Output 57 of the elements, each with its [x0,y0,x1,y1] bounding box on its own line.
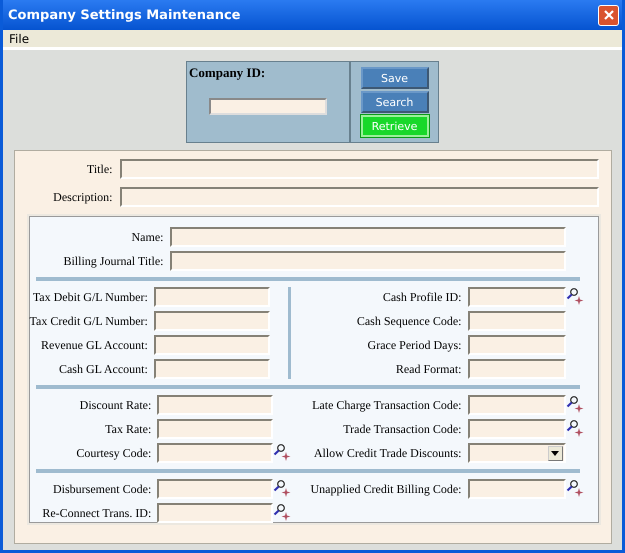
input-field[interactable] [120,159,598,179]
input-field[interactable] [468,287,566,307]
field-label: Revenue GL Account: [40,338,149,352]
lookup-icon[interactable] [566,395,584,413]
field-label: Tax Credit G/L Number: [30,314,149,328]
field-label: Allow Credit Trade Discounts: [312,446,462,460]
field-label: Title: [86,162,114,176]
input-field[interactable] [157,395,274,415]
input-field[interactable] [468,479,566,499]
input-field[interactable] [170,227,566,247]
input-field[interactable] [157,479,274,499]
field-label: Late Charge Transaction Code: [311,398,462,412]
field-label: Courtesy Code: [75,446,152,460]
close-button[interactable] [598,4,619,26]
input-field[interactable] [154,311,270,331]
input-field[interactable] [468,419,566,439]
dropdown-field[interactable] [468,443,566,463]
action-button[interactable]: Search [360,91,428,113]
input-field[interactable] [157,443,274,463]
input-field[interactable] [468,311,566,331]
field-label: Cash Profile ID: [382,290,462,304]
field-label: Billing Journal Title: [62,254,164,268]
window-title: Company Settings Maintenance [8,8,240,22]
close-icon[interactable] [602,9,614,21]
field-label: Name: [130,230,164,244]
field-label: Company ID: [189,65,266,81]
input-field[interactable] [468,359,566,379]
company-id-field[interactable] [209,98,327,115]
menu-item[interactable]: File [9,32,30,46]
field-label: Cash Sequence Code: [356,314,462,328]
input-field[interactable] [120,187,598,207]
field-label: Unapplied Credit Billing Code: [310,482,462,496]
lookup-icon[interactable] [566,287,584,305]
lookup-icon[interactable] [566,479,584,497]
input-field[interactable] [157,419,274,439]
field-label: Discount Rate: [78,398,152,412]
field-label: Re-Connect Trans. ID: [41,506,152,520]
field-label: Read Format: [394,362,462,376]
input-field[interactable] [154,287,270,307]
lookup-icon[interactable] [273,443,292,461]
field-label: Trade Transaction Code: [342,422,462,436]
field-label: Tax Rate: [104,422,152,436]
lookup-icon[interactable] [566,419,584,437]
field-label: Description: [52,190,114,204]
input-field[interactable] [154,335,270,355]
field-label: Disbursement Code: [52,482,152,496]
input-field[interactable] [170,251,566,271]
field-label: Grace Period Days: [366,338,462,352]
input-field[interactable] [154,359,270,379]
input-field[interactable] [468,335,566,355]
field-label: Tax Debit G/L Number: [32,290,149,304]
field-label: Cash GL Account: [58,362,149,376]
lookup-icon[interactable] [273,479,292,497]
action-button[interactable]: Save [360,67,428,89]
input-field[interactable] [468,395,566,415]
input-field[interactable] [157,503,274,523]
lookup-icon[interactable] [273,503,292,521]
